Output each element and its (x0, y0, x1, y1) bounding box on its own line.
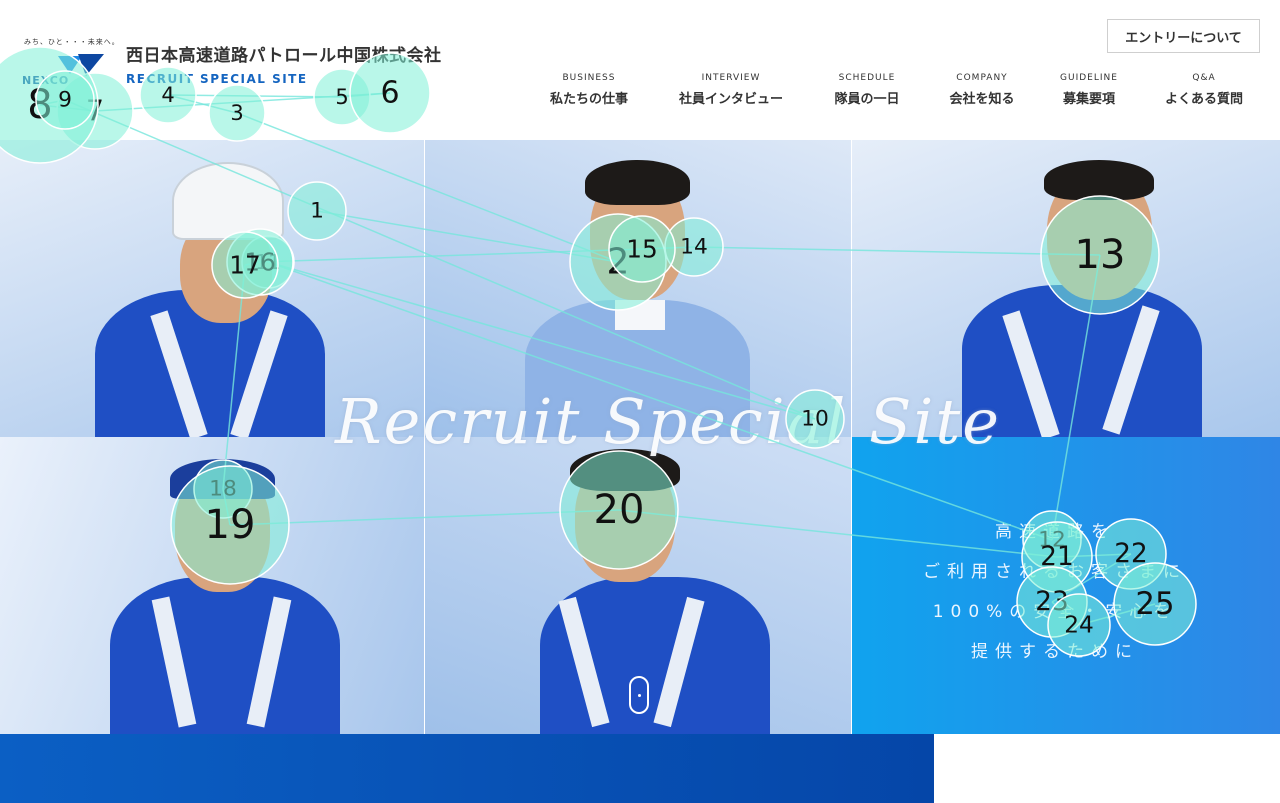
staff-photo-4 (0, 437, 424, 734)
logo-wordmark: NEXCO (22, 74, 70, 87)
nav-item-ja-label: 私たちの仕事 (549, 92, 629, 107)
recruit-special-site-script: Recruit Special Site (335, 385, 1001, 458)
site-subtitle: RECRUIT SPECIAL SITE (126, 72, 308, 86)
site-header: みち、ひと・・・未来へ。 NEXCO 西日本高速道路パトロール中国株式会社 RE… (0, 0, 1280, 140)
nav-item-en-label: GUIDELINE (1060, 73, 1118, 83)
nav-item-qa[interactable]: Q&A よくある質問 (1165, 73, 1243, 107)
message-line: 100%の安全・安心を (932, 602, 1178, 622)
nav-item-ja-label: よくある質問 (1164, 92, 1244, 107)
nav-item-en-label: COMPANY (956, 73, 1008, 83)
nav-item-guideline[interactable]: GUIDELINE 募集要項 (1060, 73, 1118, 107)
section-band (0, 734, 934, 803)
nav-item-schedule[interactable]: SCHEDULE 隊員の一日 (834, 73, 899, 107)
nav-item-ja-label: 会社を知る (949, 92, 1015, 107)
nav-item-en-label: INTERVIEW (701, 73, 761, 83)
company-name[interactable]: 西日本高速道路パトロール中国株式会社 (126, 41, 442, 66)
nav-item-interview[interactable]: INTERVIEW 社員インタビュー (679, 73, 783, 107)
recruit-message: 高速道路を ご利用されるお客さまに 100%の安全・安心を 提供するために (890, 512, 1220, 672)
entry-button[interactable]: エントリーについて (1107, 19, 1260, 53)
nav-item-ja-label: 社員インタビュー (678, 92, 784, 107)
nav-item-company[interactable]: COMPANY 会社を知る (949, 73, 1014, 107)
nav-item-en-label: SCHEDULE (838, 73, 896, 83)
message-line: 高速道路を (995, 522, 1115, 542)
nav-item-en-label: Q&A (1192, 73, 1216, 83)
nav-item-ja-label: 募集要項 (1062, 92, 1116, 107)
logo-tagline: みち、ひと・・・未来へ。 (24, 38, 120, 46)
nav-item-en-label: BUSINESS (562, 73, 616, 83)
nav-item-ja-label: 隊員の一日 (834, 92, 900, 107)
scroll-down-indicator[interactable] (629, 676, 649, 714)
nav-item-business[interactable]: BUSINESS 私たちの仕事 (550, 73, 628, 107)
message-line: ご利用されるお客さまに (923, 562, 1187, 582)
message-line: 提供するために (971, 642, 1139, 662)
